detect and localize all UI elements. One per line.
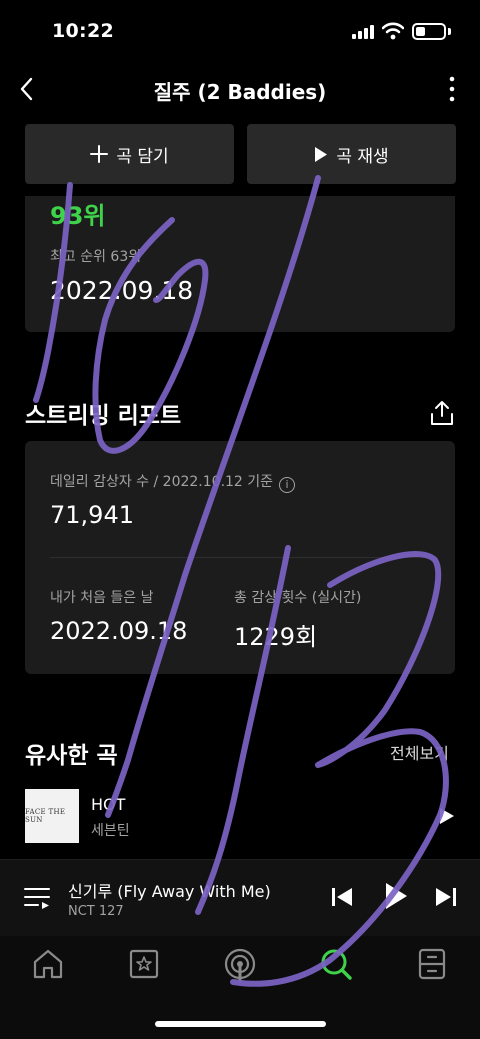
status-bar: 10:22 bbox=[0, 0, 480, 60]
now-playing-artist: NCT 127 bbox=[68, 904, 124, 919]
see-all-link[interactable]: 전체보기 bbox=[390, 740, 449, 764]
plus-icon bbox=[90, 145, 109, 163]
card-divider bbox=[50, 557, 430, 558]
album-art: FACE THE SUN bbox=[25, 789, 79, 843]
battery-tip bbox=[448, 28, 451, 35]
song-title: HOT bbox=[91, 795, 126, 814]
total-plays-value: 1229회 bbox=[234, 623, 318, 651]
total-plays-label: 총 감상 횟수 (실시간) bbox=[234, 590, 362, 606]
share-icon[interactable] bbox=[430, 400, 454, 426]
play-icon[interactable] bbox=[439, 807, 455, 825]
list-item[interactable]: FACE THE SUN HOT 세븐틴 bbox=[25, 789, 455, 845]
status-time: 10:22 bbox=[52, 20, 114, 42]
current-rank: 93위 bbox=[50, 202, 106, 230]
daily-listeners-label: 데일리 감상자 수 / 2022.10.12 기준 bbox=[50, 474, 274, 490]
home-icon[interactable] bbox=[30, 946, 66, 982]
play-icon bbox=[315, 146, 328, 162]
more-options-icon[interactable] bbox=[440, 74, 464, 104]
daily-listeners-row: 데일리 감상자 수 / 2022.10.12 기준 i bbox=[50, 471, 296, 493]
cellular-signal-icon bbox=[352, 25, 374, 39]
header: 질주 (2 Baddies) bbox=[0, 62, 480, 116]
home-indicator bbox=[155, 1021, 326, 1027]
previous-track-icon[interactable] bbox=[331, 886, 353, 908]
album-art-text: FACE THE SUN bbox=[25, 808, 66, 824]
daily-listeners-value: 71,941 bbox=[50, 501, 134, 529]
chart-rank-card: 93위 최고 순위 63위 2022.09.18 bbox=[25, 196, 455, 332]
play-song-label: 곡 재생 bbox=[336, 146, 389, 167]
streaming-report-card: 데일리 감상자 수 / 2022.10.12 기준 i 71,941 내가 처음 … bbox=[25, 441, 455, 674]
storage-icon[interactable] bbox=[414, 946, 450, 982]
next-track-icon[interactable] bbox=[435, 886, 457, 908]
queue-icon[interactable] bbox=[24, 886, 50, 910]
mini-player[interactable]: 신기루 (Fly Away With Me) NCT 127 bbox=[0, 859, 480, 936]
add-song-button[interactable]: 곡 담기 bbox=[25, 124, 234, 184]
first-listen-value: 2022.09.18 bbox=[50, 617, 188, 645]
page-title: 질주 (2 Baddies) bbox=[153, 80, 327, 104]
search-icon[interactable] bbox=[318, 946, 354, 982]
peak-rank-label: 최고 순위 63위 bbox=[50, 249, 142, 265]
library-icon[interactable] bbox=[126, 946, 162, 982]
play-icon[interactable] bbox=[384, 882, 408, 910]
battery-icon bbox=[412, 23, 446, 40]
peak-rank-date: 2022.09.18 bbox=[50, 276, 194, 305]
back-arrow-icon[interactable] bbox=[14, 74, 42, 104]
first-listen-label: 내가 처음 들은 날 bbox=[50, 590, 154, 606]
podcast-icon[interactable] bbox=[222, 946, 258, 982]
streaming-report-title: 스트리밍 리포트 bbox=[25, 403, 182, 429]
song-artist: 세븐틴 bbox=[91, 823, 130, 839]
add-song-label: 곡 담기 bbox=[116, 146, 169, 167]
now-playing-title: 신기루 (Fly Away With Me) bbox=[68, 882, 271, 901]
play-song-button[interactable]: 곡 재생 bbox=[247, 124, 456, 184]
similar-songs-title: 유사한 곡 bbox=[25, 743, 118, 769]
wifi-icon bbox=[382, 22, 404, 40]
info-icon[interactable]: i bbox=[279, 477, 296, 493]
